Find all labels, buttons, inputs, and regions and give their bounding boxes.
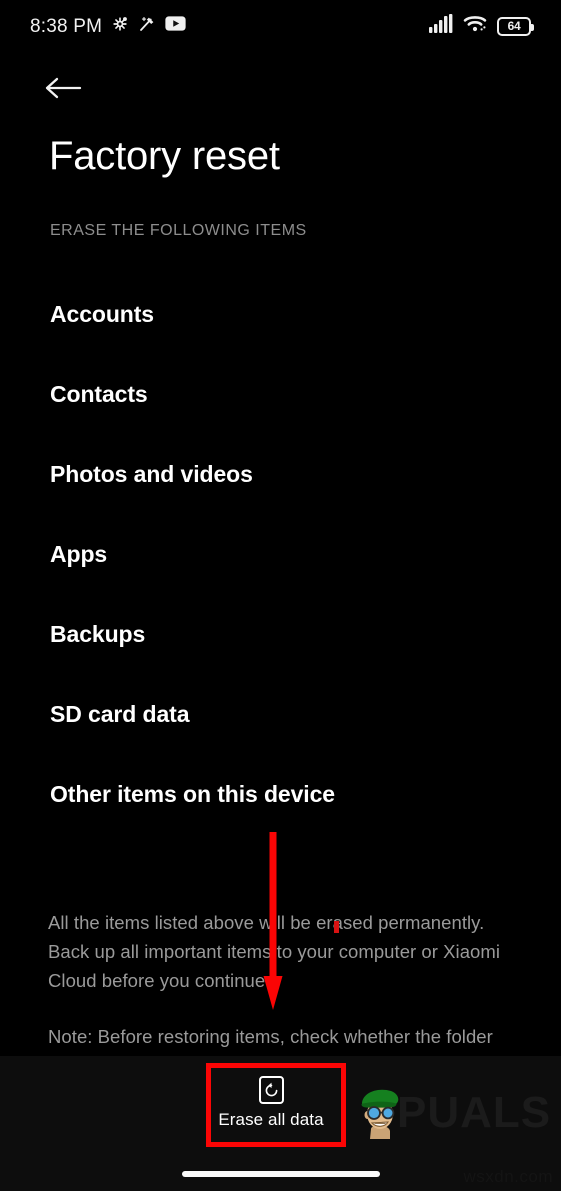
list-item-label: Backups — [50, 620, 146, 647]
erase-all-data-label: Erase all data — [218, 1110, 324, 1129]
list-item-label: SD card data — [50, 700, 190, 727]
list-item-label: Accounts — [50, 300, 154, 327]
list-item[interactable]: Other items on this device — [0, 754, 561, 834]
list-item[interactable]: SD card data — [0, 674, 561, 754]
battery-indicator: 64 — [497, 16, 534, 36]
bluetooth-share-icon — [111, 15, 129, 38]
list-item-label: Other items on this device — [50, 780, 335, 807]
home-indicator[interactable] — [181, 1171, 380, 1177]
bottom-action-bar: Erase all data — [0, 1056, 561, 1191]
status-bar: 8:38 PM 64 — [0, 0, 561, 52]
status-bar-left: 8:38 PM — [30, 15, 186, 38]
wifi-icon — [463, 14, 487, 38]
section-label: ERASE THE FOLLOWING ITEMS — [50, 222, 307, 239]
list-item[interactable]: Accounts — [0, 274, 561, 354]
list-item[interactable]: Contacts — [0, 354, 561, 434]
reset-device-icon — [258, 1076, 284, 1104]
page-title: Factory reset — [49, 134, 280, 178]
phone-screen: 8:38 PM 64 Factory reset ERASE THE FOLLO… — [0, 0, 561, 1191]
back-button[interactable] — [34, 66, 98, 114]
list-item[interactable]: Apps — [0, 514, 561, 594]
list-item-label: Apps — [50, 540, 108, 567]
magic-wand-icon — [138, 15, 156, 38]
status-bar-right: 64 — [429, 14, 534, 38]
list-item[interactable]: Photos and videos — [0, 434, 561, 514]
list-item-label: Contacts — [50, 380, 148, 407]
arrow-left-icon — [44, 75, 82, 106]
status-time: 8:38 PM — [30, 15, 103, 37]
notice-paragraph-1: All the items listed above will be erase… — [48, 912, 501, 991]
cellular-signal-icon — [429, 14, 453, 38]
list-item[interactable]: Backups — [0, 594, 561, 674]
erase-all-data-button[interactable]: Erase all data — [206, 1066, 336, 1140]
list-item-label: Photos and videos — [50, 460, 253, 487]
youtube-icon — [165, 16, 186, 36]
erase-items-list: Accounts Contacts Photos and videos Apps… — [0, 274, 561, 834]
battery-percent: 64 — [507, 19, 521, 33]
